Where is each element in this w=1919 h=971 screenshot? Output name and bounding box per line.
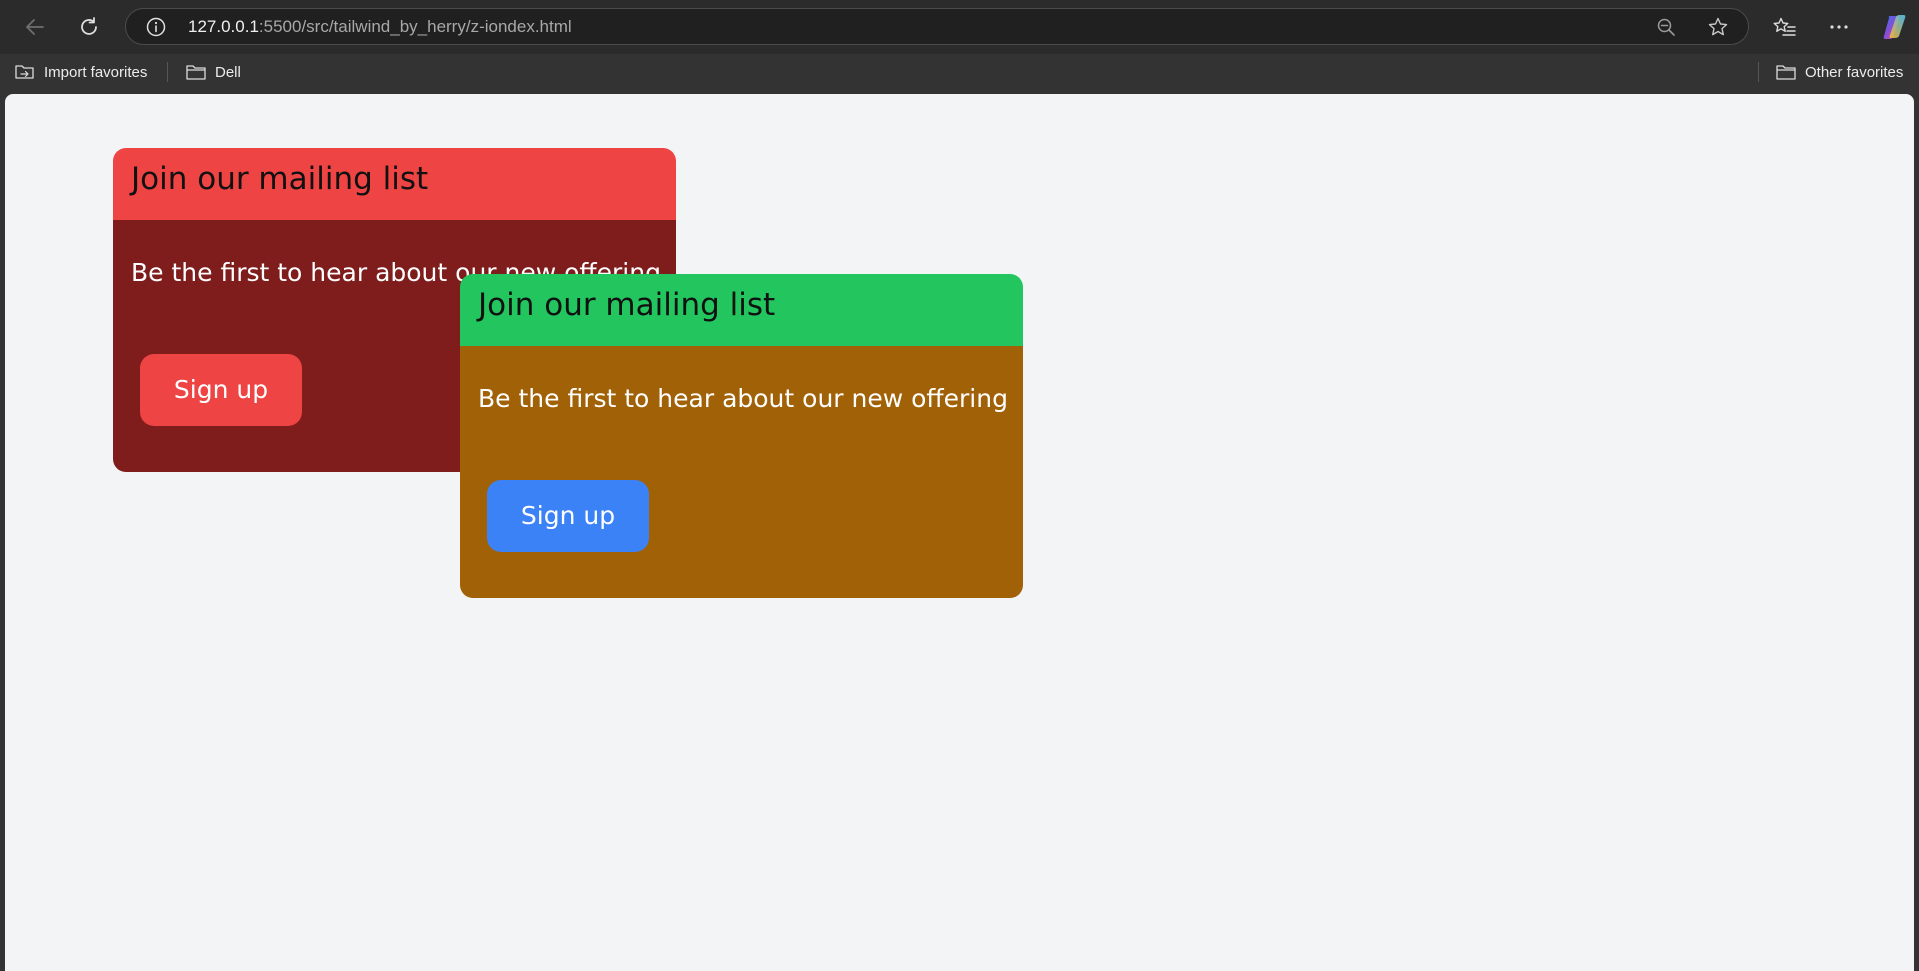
url-text[interactable]: 127.0.0.1:5500/src/tailwind_by_herry/z-i… — [188, 9, 572, 44]
favorites-item-import-favorites[interactable]: Import favorites — [14, 54, 147, 90]
favorites-button[interactable] — [1768, 10, 1802, 44]
favorites-list-icon — [1773, 17, 1796, 36]
settings-more-button[interactable] — [1822, 10, 1856, 44]
url-host: 127.0.0.1 — [188, 17, 259, 36]
mailing-list-card-green: Join our mailing list Be the first to he… — [460, 274, 1023, 598]
more-dots-icon — [1830, 25, 1848, 29]
refresh-button[interactable] — [72, 10, 106, 44]
page-viewport: Join our mailing list Be the first to he… — [5, 94, 1914, 971]
favorites-separator — [1758, 62, 1759, 82]
zoom-out-icon[interactable] — [1656, 17, 1676, 37]
folder-icon — [186, 65, 206, 80]
favorites-item-label: Other favorites — [1805, 63, 1904, 81]
favorites-item-label: Dell — [215, 63, 241, 81]
favorites-item-dell[interactable]: Dell — [185, 54, 241, 90]
card-body: Be the first to hear about our new offer… — [460, 346, 1023, 598]
card-description: Be the first to hear about our new offer… — [478, 384, 1008, 413]
site-info-icon[interactable] — [146, 17, 166, 37]
favorites-item-other-favorites[interactable]: Other favorites — [1775, 54, 1903, 90]
copilot-icon[interactable] — [1880, 13, 1908, 41]
favorites-item-label: Import favorites — [44, 63, 148, 81]
sign-up-button[interactable]: Sign up — [487, 480, 649, 552]
sign-up-button[interactable]: Sign up — [140, 354, 302, 426]
folder-icon — [1776, 65, 1796, 80]
card-title: Join our mailing list — [478, 287, 776, 323]
import-favorites-icon — [15, 65, 34, 79]
back-arrow-icon — [26, 19, 44, 35]
favorite-star-icon[interactable] — [1707, 16, 1729, 38]
card-header: Join our mailing list — [460, 274, 1023, 346]
favorites-bar: Import favorites Dell Other favorites — [0, 54, 1919, 94]
card-header: Join our mailing list — [113, 148, 676, 220]
card-title: Join our mailing list — [131, 161, 429, 197]
favorites-separator — [167, 62, 168, 82]
browser-toolbar: 127.0.0.1:5500/src/tailwind_by_herry/z-i… — [0, 0, 1919, 54]
url-path: :5500/src/tailwind_by_herry/z-iondex.htm… — [258, 17, 572, 36]
address-bar[interactable]: 127.0.0.1:5500/src/tailwind_by_herry/z-i… — [125, 8, 1749, 45]
back-button[interactable] — [18, 10, 52, 44]
refresh-icon — [81, 17, 97, 35]
